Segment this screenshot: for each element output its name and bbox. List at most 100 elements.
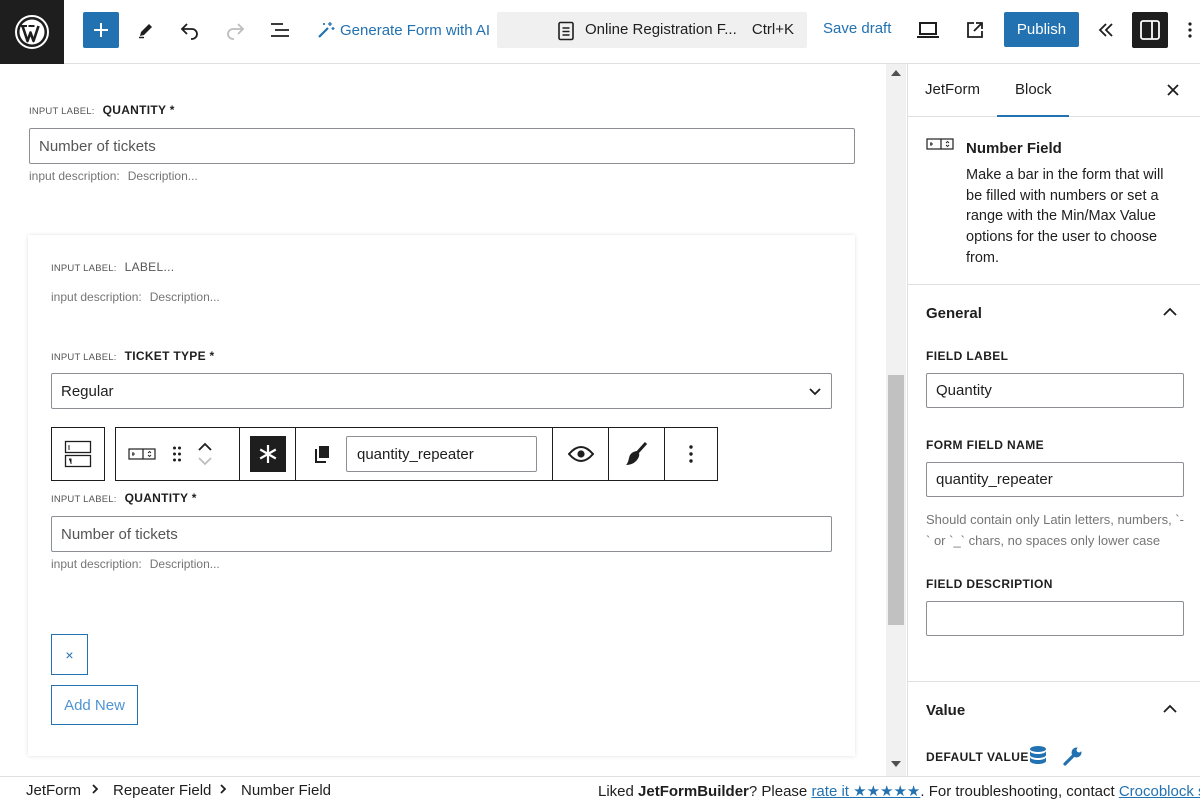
chevron-right-icon xyxy=(92,784,98,794)
external-link-icon xyxy=(967,22,983,38)
input-label-tag: INPUT LABEL: xyxy=(29,106,95,117)
view-post-button[interactable] xyxy=(957,12,993,48)
scrollbar-thumb[interactable] xyxy=(888,375,904,625)
options-button[interactable] xyxy=(1180,12,1200,48)
paintbrush-icon xyxy=(625,441,647,465)
close-icon[interactable] xyxy=(1164,81,1182,99)
chevron-up-icon[interactable] xyxy=(1163,307,1177,316)
support-link[interactable]: Crocoblock support xyxy=(1119,783,1200,800)
rate-it-link[interactable]: rate it ★★★★★ xyxy=(811,783,920,800)
generate-form-ai-button[interactable]: Generate Form with AI xyxy=(316,12,490,48)
block-toolbar: quantity_repeater xyxy=(51,427,718,481)
select-parent-button[interactable] xyxy=(51,427,105,481)
top-quantity-description[interactable]: Description... xyxy=(128,169,198,183)
preview-button[interactable] xyxy=(910,12,946,48)
block-breadcrumb-bar: JetForm Repeater Field Number Field Like… xyxy=(0,776,1200,800)
undo-button[interactable] xyxy=(172,12,208,48)
field-name-input[interactable]: quantity_repeater xyxy=(346,436,537,472)
ticket-type-label[interactable]: TICKET TYPE * xyxy=(125,349,215,363)
add-block-button[interactable] xyxy=(83,12,119,48)
tab-jetform[interactable]: JetForm xyxy=(925,81,980,98)
chevron-down-icon xyxy=(809,388,821,396)
repeater-description-row: input description: Description... xyxy=(51,290,220,304)
editor-header: Generate Form with AI Online Registratio… xyxy=(0,0,1200,64)
panel-divider xyxy=(908,681,1200,682)
repeater-description[interactable]: Description... xyxy=(150,290,220,304)
repeater-block-icon xyxy=(64,440,92,468)
drag-handle-icon[interactable] xyxy=(172,445,182,463)
database-icon[interactable] xyxy=(1029,745,1047,767)
top-quantity-label-row: INPUT LABEL: QUANTITY * xyxy=(29,103,175,117)
breadcrumb-number-field: Number Field xyxy=(241,782,332,799)
rating-note-brand: JetFormBuilder xyxy=(638,783,749,800)
rating-note-suffix: . For troubleshooting, contact xyxy=(920,783,1119,800)
save-draft-button[interactable]: Save draft xyxy=(823,20,891,37)
field-description-input[interactable] xyxy=(926,601,1184,636)
document-overview-button[interactable] xyxy=(262,12,298,48)
block-type-group xyxy=(115,427,239,481)
input-label-tag: INPUT LABEL: xyxy=(51,352,117,363)
repeater-quantity-label[interactable]: QUANTITY * xyxy=(125,491,197,505)
form-field-name-heading: FORM FIELD NAME xyxy=(926,438,1044,452)
field-label-input[interactable]: Quantity xyxy=(926,373,1184,408)
repeater-quantity-input[interactable]: Number of tickets xyxy=(51,516,832,552)
form-field-name-input[interactable]: quantity_repeater xyxy=(926,462,1184,497)
add-new-button[interactable]: Add New xyxy=(51,685,138,725)
edit-tools-button[interactable] xyxy=(128,12,164,48)
visibility-button[interactable] xyxy=(552,427,608,481)
publish-button[interactable]: Publish xyxy=(1004,12,1079,47)
asterisk-icon xyxy=(249,436,286,472)
breadcrumb-repeater-field[interactable]: Repeater Field xyxy=(113,782,211,799)
number-field-icon xyxy=(926,138,954,150)
required-toggle-button[interactable] xyxy=(239,427,295,481)
block-options-button[interactable] xyxy=(664,427,718,481)
wrench-icon[interactable] xyxy=(1063,746,1083,766)
scroll-up-arrow[interactable] xyxy=(891,70,901,76)
rating-note: Liked JetFormBuilder? Please rate it ★★★… xyxy=(598,782,1200,800)
value-panel-title[interactable]: Value xyxy=(926,702,965,719)
scroll-down-arrow[interactable] xyxy=(891,761,901,767)
remove-row-button[interactable]: × xyxy=(51,634,88,675)
repeater-quantity-label-row: INPUT LABEL: QUANTITY * xyxy=(51,491,197,505)
editor-canvas: INPUT LABEL: QUANTITY * Number of ticket… xyxy=(0,64,906,776)
settings-sidebar-button[interactable] xyxy=(1132,12,1168,48)
command-bar[interactable]: Online Registration F... Ctrl+K xyxy=(497,12,807,48)
ticket-type-select[interactable]: Regular xyxy=(51,373,832,409)
settings-sidebar: JetForm Block Number Field Make a bar in… xyxy=(907,64,1200,776)
general-panel-title[interactable]: General xyxy=(926,305,982,322)
input-description-tag: input description: xyxy=(51,290,142,304)
field-label-heading: FIELD LABEL xyxy=(926,349,1009,363)
list-view-icon xyxy=(271,23,289,37)
wordpress-logo-icon[interactable] xyxy=(0,0,64,64)
input-description-tag: input description: xyxy=(51,557,142,571)
input-label-tag: INPUT LABEL: xyxy=(51,263,117,274)
redo-button[interactable] xyxy=(217,12,253,48)
block-card: Number Field Make a bar in the form that… xyxy=(908,117,1200,285)
eye-icon xyxy=(567,446,594,462)
rating-note-prefix: Liked xyxy=(598,783,639,800)
ticket-type-value: Regular xyxy=(61,382,114,400)
breadcrumb-jetform[interactable]: JetForm xyxy=(26,782,81,799)
field-name-help: Should contain only Latin letters, numbe… xyxy=(926,512,1184,548)
document-title: Online Registration F... xyxy=(585,21,737,38)
page-icon xyxy=(558,21,574,41)
number-field-icon[interactable] xyxy=(128,447,156,461)
block-title: Number Field xyxy=(966,140,1062,157)
top-quantity-input[interactable]: Number of tickets xyxy=(29,128,855,164)
repeater-quantity-description[interactable]: Description... xyxy=(150,557,220,571)
move-up-icon[interactable] xyxy=(198,442,212,451)
sidebar-tabs: JetForm Block xyxy=(908,64,1200,117)
copy-icon[interactable] xyxy=(314,445,330,463)
chevron-up-icon[interactable] xyxy=(1163,704,1177,713)
toolbar-gap xyxy=(105,427,115,481)
generate-form-ai-label: Generate Form with AI xyxy=(340,21,491,39)
top-quantity-label[interactable]: QUANTITY * xyxy=(103,103,175,117)
undo-icon xyxy=(180,23,198,40)
collapse-toolbar-button[interactable] xyxy=(1088,12,1124,48)
ticket-type-label-row: INPUT LABEL: TICKET TYPE * xyxy=(51,349,215,363)
repeater-quantity-description-row: input description: Description... xyxy=(51,557,220,571)
tab-block[interactable]: Block xyxy=(1015,81,1052,98)
move-down-icon[interactable] xyxy=(198,457,212,466)
style-button[interactable] xyxy=(608,427,664,481)
repeater-label-placeholder[interactable]: LABEL... xyxy=(125,260,175,274)
